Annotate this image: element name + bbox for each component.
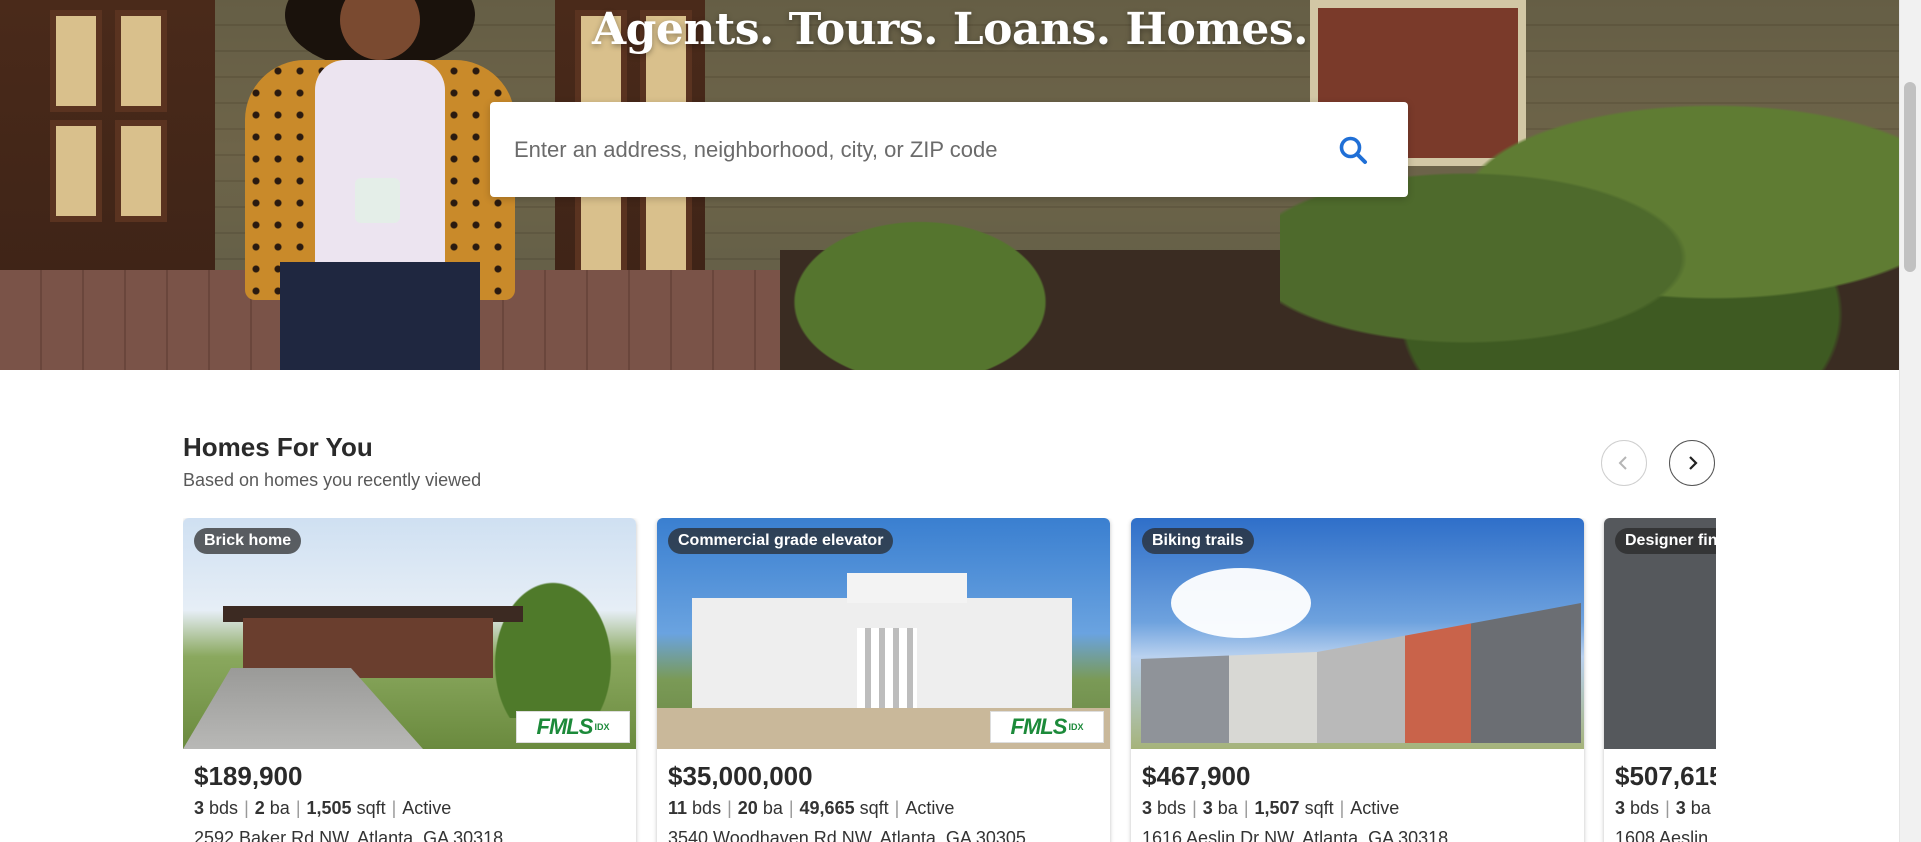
home-address: 3540 Woodhaven Rd NW, Atlanta, GA 30305 xyxy=(668,828,1026,842)
home-cards-carousel: Brick home FMLS IDX $189,900 3 bds | 2 ba | 1… xyxy=(183,518,1716,842)
home-price: $507,615 xyxy=(1615,761,1716,791)
search-icon xyxy=(1339,136,1367,164)
section-subtitle: Based on homes you recently viewed xyxy=(183,470,482,490)
page-scrollbar[interactable] xyxy=(1899,0,1921,842)
home-feature-tag: Brick home xyxy=(194,528,302,554)
section-title: Homes For You xyxy=(183,432,373,462)
hero-headline: Agents. Tours. Loans. Homes. xyxy=(592,4,1309,55)
home-baths: 3 xyxy=(1202,798,1213,818)
home-address: 1616 Aeslin Dr NW, Atlanta, GA 30318 xyxy=(1142,828,1449,842)
home-feature-tag: Commercial grade elevator xyxy=(668,528,894,554)
carousel-next-button[interactable] xyxy=(1669,440,1715,486)
home-status: Active xyxy=(402,798,452,818)
home-beds: 3 xyxy=(1615,798,1626,818)
home-price: $189,900 xyxy=(194,761,303,791)
home-facts: 3 bds | 3 ba | 1,507 sqft | Active xyxy=(1142,798,1400,818)
hero-banner: Agents. Tours. Loans. Homes. xyxy=(0,0,1900,370)
home-photo[interactable]: Designer fin xyxy=(1604,518,1716,749)
fmls-idx-logo: FMLS IDX xyxy=(990,711,1104,743)
home-card[interactable]: Commercial grade elevator FMLS IDX $35,00… xyxy=(657,518,1110,842)
home-sqft: 1,505 xyxy=(306,798,352,818)
search-input[interactable] xyxy=(512,128,1323,171)
home-photo[interactable]: Brick home FMLS IDX xyxy=(183,518,636,749)
home-address: 2592 Baker Rd NW, Atlanta, GA 30318 xyxy=(194,828,504,842)
home-beds: 3 xyxy=(194,798,205,818)
home-photo[interactable]: Biking trails xyxy=(1131,518,1584,749)
hero-plant-small xyxy=(760,200,1080,370)
home-baths: 2 xyxy=(254,798,265,818)
home-card[interactable]: Designer fin $507,615 3 bds | 3 ba 1608 Ae… xyxy=(1604,518,1716,842)
carousel-prev-button[interactable] xyxy=(1601,440,1647,486)
fmls-idx-logo: FMLS IDX xyxy=(516,711,630,743)
home-status: Active xyxy=(905,798,955,818)
home-status: Active xyxy=(1350,798,1400,818)
home-baths: 20 xyxy=(737,798,758,818)
home-card[interactable]: Brick home FMLS IDX $189,900 3 bds | 2 ba | 1… xyxy=(183,518,636,842)
home-photo[interactable]: Commercial grade elevator FMLS IDX xyxy=(657,518,1110,749)
home-sqft: 49,665 xyxy=(799,798,855,818)
home-feature-tag: Biking trails xyxy=(1142,528,1254,554)
hero-person xyxy=(245,0,515,370)
home-card[interactable]: Biking trails $467,900 3 bds | 3 ba | 1,507 … xyxy=(1131,518,1584,842)
home-baths: 3 xyxy=(1675,798,1686,818)
home-beds: 3 xyxy=(1142,798,1153,818)
home-address: 1608 Aeslin xyxy=(1615,828,1709,842)
home-facts: 11 bds | 20 ba | 49,665 sqft | Active xyxy=(668,798,955,818)
home-sqft: 1,507 xyxy=(1254,798,1300,818)
home-feature-tag: Designer fin xyxy=(1615,528,1716,554)
home-facts: 3 bds | 2 ba | 1,505 sqft | Active xyxy=(194,798,452,818)
home-facts: 3 bds | 3 ba xyxy=(1615,798,1711,818)
home-price: $467,900 xyxy=(1142,761,1251,791)
search-button[interactable] xyxy=(1323,120,1383,180)
home-price: $35,000,000 xyxy=(668,761,813,791)
search-bar xyxy=(490,102,1408,197)
home-beds: 11 xyxy=(668,798,688,818)
chevron-left-icon xyxy=(1618,456,1627,470)
scrollbar-thumb[interactable] xyxy=(1904,82,1916,272)
chevron-right-icon xyxy=(1689,456,1698,470)
